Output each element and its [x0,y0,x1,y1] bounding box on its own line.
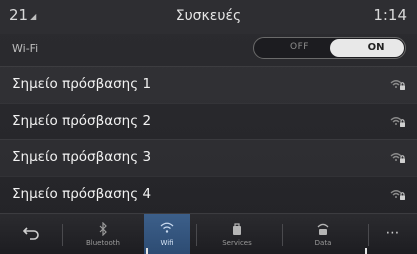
wifi-lock-icon [390,189,405,200]
tab-marker [365,248,367,254]
access-point-label: Σημείο πρόσβασης 3 [12,149,152,165]
list-item[interactable]: Σημείο πρόσβασης 2 [0,102,417,140]
data-icon [317,223,329,235]
back-button[interactable] [0,214,62,254]
services-icon [233,223,241,235]
nav-label-services: Services [222,239,252,247]
wifi-on-option[interactable]: ON [330,39,404,57]
list-item[interactable]: Σημείο πρόσβασης 4 [0,175,417,213]
tab-marker [146,248,148,254]
access-point-label: Σημείο πρόσβασης 2 [12,112,152,129]
back-arrow-icon [22,227,39,240]
bluetooth-icon [99,222,107,236]
nav-item-data[interactable]: Data [283,214,363,254]
list-item[interactable]: Σημείο πρόσβασης 1 [0,66,417,103]
nav-item-services[interactable]: Services [197,214,277,254]
devices-screen: 21 ◢ Συσκευές 1:14 Wi-Fi OFF ON Σημείο π… [0,0,417,254]
access-point-label: Σημείο πρόσβασης 1 [12,76,152,92]
page-title: Συσκευές [175,8,242,24]
wifi-off-option[interactable]: OFF [290,42,309,52]
wifi-icon [160,222,174,233]
wifi-lock-icon [390,80,405,90]
wifi-lock-icon [390,116,405,127]
access-point-list: Σημείο πρόσβασης 1 Σημείο πρόσβασης 2 Ση… [0,66,417,212]
nav-item-wifi[interactable]: Wifi [144,214,190,254]
clock: 1:14 [373,6,407,24]
list-item[interactable]: Σημείο πρόσβασης 3 [0,139,417,176]
nav-label-bluetooth: Bluetooth [86,239,120,247]
wifi-toggle[interactable]: OFF ON [253,37,406,59]
wifi-label: Wi-Fi [12,42,39,55]
nav-label-data: Data [314,239,332,247]
more-button[interactable]: ⋯ [369,214,417,254]
more-icon: ⋯ [385,225,401,241]
nav-label-wifi: Wifi [160,239,174,247]
wifi-lock-icon [390,153,405,163]
bottom-nav-bar: Bluetooth Wifi Services Data ⋯ [0,213,417,254]
access-point-label: Σημείο πρόσβασης 4 [12,185,152,202]
header-bar: 21 ◢ Συσκευές 1:14 [0,0,417,34]
nav-item-bluetooth[interactable]: Bluetooth [63,214,143,254]
